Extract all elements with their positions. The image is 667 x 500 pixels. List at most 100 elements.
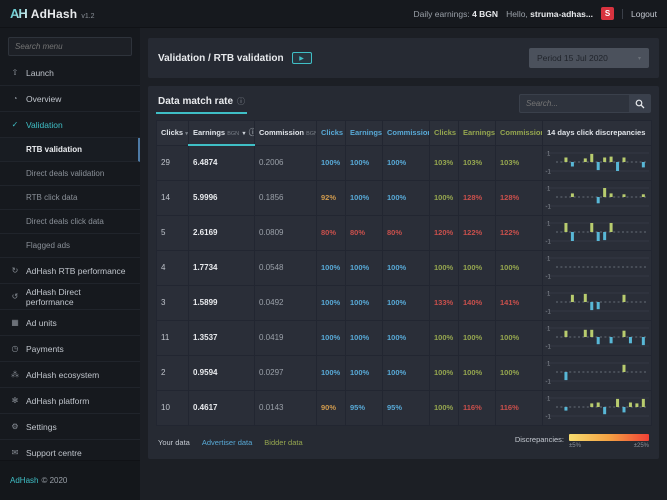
cell-advertiser-commission: 80%: [383, 215, 430, 250]
column-header-your-clicks[interactable]: Clicks ▾: [157, 121, 189, 146]
sidebar-item-adhash-platform[interactable]: ✻ AdHash platform: [0, 388, 140, 414]
svg-text:-1: -1: [546, 204, 552, 210]
sidebar-item-direct-deals-click-data[interactable]: Direct deals click data: [0, 210, 140, 234]
sidebar-item-adhash-rtb-performance[interactable]: ↻AdHash RTB performance: [0, 258, 140, 284]
cell-bidder-clicks: 100%: [430, 355, 459, 390]
search-icon[interactable]: [629, 94, 651, 113]
cell-your-commission: 0.0143: [255, 390, 317, 425]
platform-icon: ✻: [10, 396, 20, 405]
cell-advertiser-clicks: 100%: [317, 250, 346, 285]
column-header-advertiser-earnings[interactable]: Earnings: [346, 121, 383, 146]
sidebar-item-rtb-click-data[interactable]: RTB click data: [0, 186, 140, 210]
cell-your-commission: 0.0492: [255, 285, 317, 320]
period-selector[interactable]: Period 15 Jul 2020 ▾: [529, 48, 649, 68]
svg-text:-1: -1: [546, 309, 552, 315]
sidebar-item-label: Launch: [26, 68, 54, 78]
svg-text:-1: -1: [546, 344, 552, 350]
topbar: AH AdHash v1.2 Daily earnings: 4 BGN Hel…: [0, 0, 667, 28]
cell-bidder-clicks: 100%: [430, 180, 459, 215]
table-row: 31.58990.0492100%100%100%133%140%141%1-1: [157, 285, 652, 320]
cell-advertiser-earnings: 100%: [346, 250, 383, 285]
legend-bidder-data[interactable]: Bidder data: [264, 438, 302, 447]
sidebar-item-adhash-ecosystem[interactable]: ⁂AdHash ecosystem: [0, 362, 140, 388]
sidebar-item-support-centre[interactable]: ✉Support centre: [0, 440, 140, 460]
main-content: Validation / RTB validation ▶ Period 15 …: [140, 28, 667, 500]
cell-advertiser-earnings: 100%: [346, 320, 383, 355]
cell-advertiser-commission: 95%: [383, 390, 430, 425]
cell-advertiser-clicks: 100%: [317, 355, 346, 390]
cell-advertiser-clicks: 100%: [317, 145, 346, 180]
data-match-rate-table: Clicks ▾ Earnings BGN ▼ ⓘ Commission BGN…: [156, 120, 652, 426]
cell-your-clicks: 14: [157, 180, 189, 215]
svg-text:1: 1: [547, 396, 551, 402]
brand-logo[interactable]: AH AdHash v1.2: [0, 6, 140, 21]
column-header-bidder-earnings[interactable]: Earnings: [459, 121, 496, 146]
cell-discrepancy-chart: 1 -1: [543, 390, 652, 425]
sidebar-item-overview[interactable]: ◔ Overview: [0, 86, 140, 112]
cell-discrepancy-chart: 1-1: [543, 180, 652, 215]
discrepancy-sparkline: 1-1: [545, 217, 649, 247]
svg-text:-1: -1: [546, 414, 552, 420]
discrepancy-sparkline: 1-1: [545, 182, 649, 212]
overview-icon: ◔: [10, 94, 20, 103]
svg-text:1: 1: [547, 151, 551, 157]
play-button[interactable]: ▶: [292, 52, 312, 64]
cell-bidder-earnings: 140%: [459, 285, 496, 320]
cell-discrepancy-chart: 1-1: [543, 355, 652, 390]
sidebar-item-validation[interactable]: ✓Validation: [0, 112, 140, 138]
sidebar-item-launch[interactable]: ⇧Launch: [0, 60, 140, 86]
greeting-label: Hello,: [506, 9, 528, 19]
breadcrumb: Validation / RTB validation: [158, 53, 284, 64]
cell-your-commission: 0.0297: [255, 355, 317, 390]
cell-discrepancy-chart: 1-1: [543, 215, 652, 250]
cell-your-earnings: 1.7734: [189, 250, 255, 285]
cell-your-clicks: 5: [157, 215, 189, 250]
info-icon[interactable]: ⓘ: [237, 96, 245, 107]
logout-button[interactable]: Logout: [622, 9, 657, 19]
sidebar-item-payments[interactable]: ◷Payments: [0, 336, 140, 362]
cell-your-earnings: 0.9594: [189, 355, 255, 390]
cell-advertiser-earnings: 95%: [346, 390, 383, 425]
column-header-advertiser-clicks[interactable]: Clicks: [317, 121, 346, 146]
sidebar-item-label: AdHash platform: [26, 396, 89, 406]
column-header-your-commission[interactable]: Commission BGN ▾: [255, 121, 317, 146]
cell-advertiser-commission: 100%: [383, 145, 430, 180]
sidebar-item-flagged-ads[interactable]: Flagged ads: [0, 234, 140, 258]
avatar[interactable]: S: [601, 7, 614, 20]
sidebar-item-label: Overview: [26, 94, 61, 104]
sidebar-item-adhash-direct-performance[interactable]: ↺AdHash Direct performance: [0, 284, 140, 310]
payments-icon: ◷: [10, 344, 20, 353]
breadcrumb-panel: Validation / RTB validation ▶ Period 15 …: [148, 38, 659, 78]
cell-advertiser-earnings: 100%: [346, 285, 383, 320]
cell-advertiser-commission: 100%: [383, 355, 430, 390]
legend-advertiser-data[interactable]: Advertiser data: [202, 438, 252, 447]
svg-text:-1: -1: [546, 169, 552, 175]
sidebar-item-ad-units[interactable]: ▦Ad units: [0, 310, 140, 336]
validation-icon: ✓: [10, 120, 20, 129]
cell-your-clicks: 3: [157, 285, 189, 320]
svg-text:1: 1: [547, 361, 551, 367]
column-header-advertiser-commission[interactable]: Commission: [383, 121, 430, 146]
discrepancies-scale: Discrepancies: ±5% ±25%: [515, 434, 649, 449]
column-header-bidder-commission[interactable]: Commission: [496, 121, 543, 146]
sidebar-item-label: Support centre: [26, 448, 82, 458]
sidebar-item-rtb-validation[interactable]: RTB validation: [0, 138, 140, 162]
sidebar-item-settings[interactable]: ⚙Settings: [0, 414, 140, 440]
sidebar-search-input[interactable]: [8, 37, 132, 56]
sidebar-item-direct-deals-validation[interactable]: Direct deals validation: [0, 162, 140, 186]
discrepancies-label: Discrepancies:: [515, 434, 564, 444]
cell-bidder-commission: 122%: [496, 215, 543, 250]
column-header-your-earnings[interactable]: Earnings BGN ▼ ⓘ: [189, 121, 255, 146]
legend-your-data[interactable]: Your data: [158, 438, 190, 447]
sidebar-item-label: RTB validation: [26, 145, 82, 154]
sidebar-item-label: Direct deals validation: [26, 169, 104, 178]
greeting: Hello, struma-adhas...: [506, 9, 593, 19]
table-body: 296.48740.2006100%100%100%103%103%103%1-…: [157, 145, 652, 425]
info-icon[interactable]: ⓘ: [249, 128, 255, 137]
column-header-bidder-clicks[interactable]: Clicks: [430, 121, 459, 146]
cell-advertiser-commission: 100%: [383, 180, 430, 215]
cell-your-earnings: 5.9996: [189, 180, 255, 215]
table-search-input[interactable]: [519, 94, 629, 113]
cell-your-earnings: 0.4617: [189, 390, 255, 425]
rtb-performance-icon: ↻: [10, 266, 20, 275]
